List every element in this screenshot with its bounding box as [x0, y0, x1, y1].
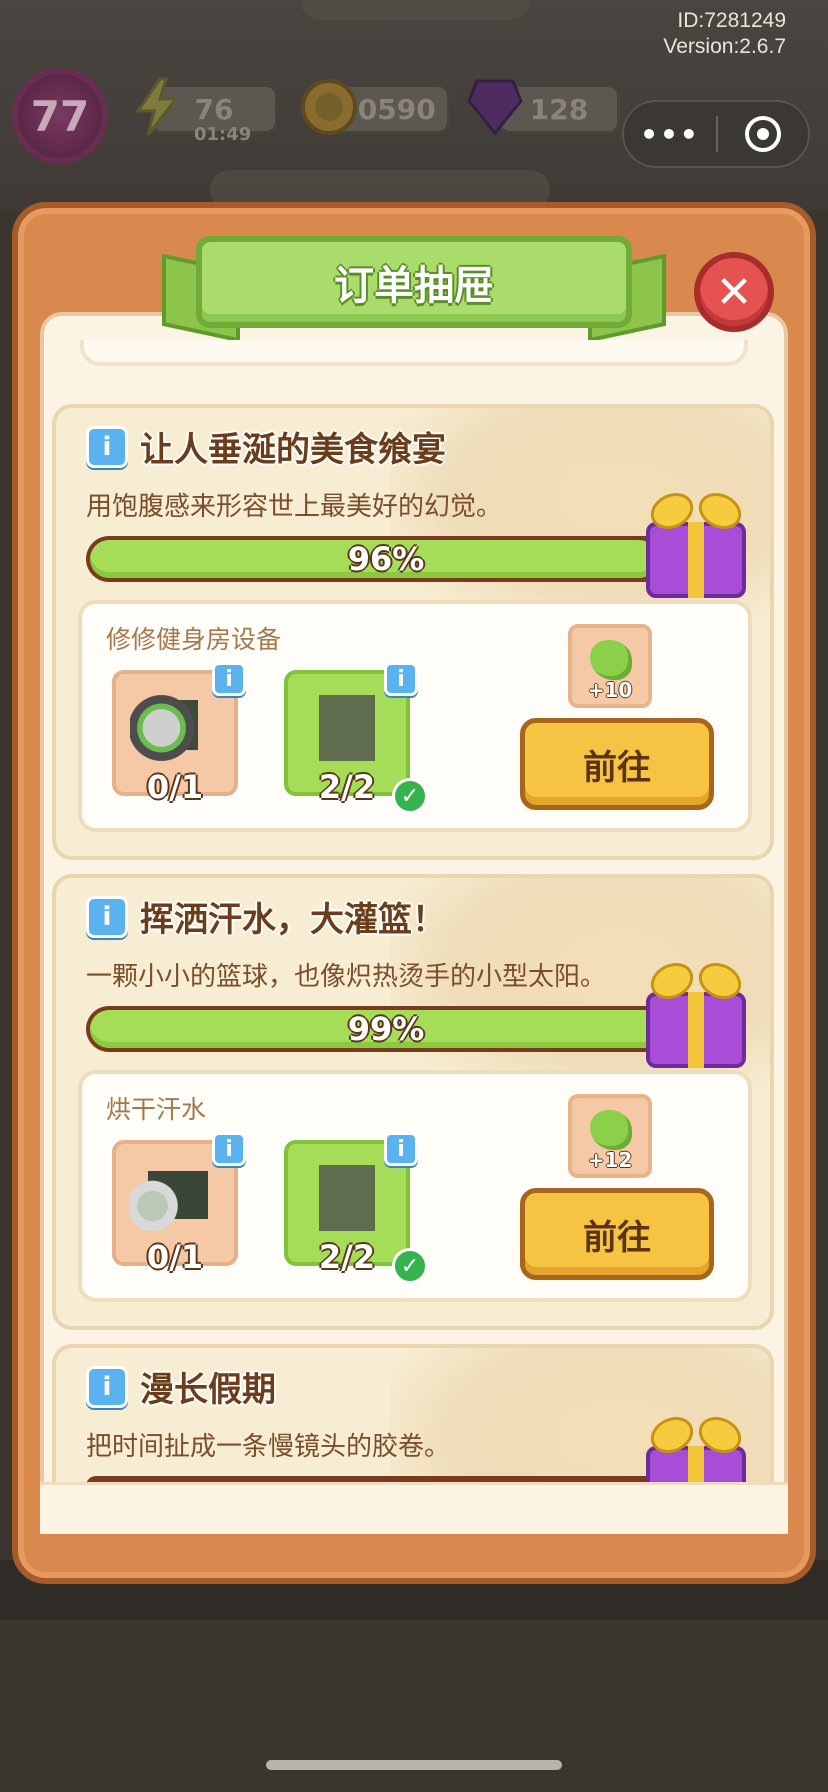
reward-amount: +10 — [587, 678, 633, 702]
order-card: i 漫长假期 把时间扯成一条慢镜头的胶卷。 — [52, 1344, 774, 1482]
hair-dryer-icon — [130, 1158, 220, 1238]
checkmark-icon: ✓ — [392, 778, 428, 814]
close-button[interactable]: ✕ — [694, 252, 774, 332]
build-info: ID:7281249 Version:2.6.7 — [663, 8, 786, 60]
order-title: 漫长假期 — [140, 1370, 276, 1410]
energy-timer: 01:49 — [194, 124, 252, 145]
dialog-title: 订单抽屉 — [196, 236, 632, 328]
gem-icon — [462, 74, 528, 140]
order-progress-bar: 96% — [86, 536, 686, 582]
order-description: 用饱腹感来形容世上最美好的幻觉。 — [86, 492, 503, 522]
reward-slot: +10 — [568, 624, 652, 708]
reward-amount: +12 — [587, 1148, 633, 1172]
order-title: 挥洒汗水，大灌篮！ — [140, 900, 446, 940]
version-label: Version:2.6.7 — [663, 35, 786, 58]
green-star-icon — [590, 1110, 632, 1150]
info-icon[interactable]: i — [384, 1132, 418, 1166]
order-task-panel: 修修健身房设备 0/1 i 2/2 i ✓ +10 前往 — [78, 600, 752, 832]
info-icon[interactable]: i — [86, 426, 128, 468]
go-button[interactable]: 前往 — [520, 718, 714, 810]
order-card: i 让人垂涎的美食飨宴 用饱腹感来形容世上最美好的幻觉。 96% 修修健身房设备… — [52, 404, 774, 860]
panel-footer — [40, 1482, 788, 1534]
order-description: 把时间扯成一条慢镜头的胶卷。 — [86, 1432, 451, 1462]
item-count: 2/2 — [318, 1238, 376, 1276]
info-icon[interactable]: i — [384, 662, 418, 696]
info-icon[interactable]: i — [212, 662, 246, 696]
gift-box-icon[interactable] — [638, 486, 748, 598]
green-star-icon — [590, 640, 632, 680]
info-icon[interactable]: i — [212, 1132, 246, 1166]
info-icon[interactable]: i — [86, 896, 128, 938]
home-indicator — [266, 1760, 562, 1770]
gem-value: 128 — [529, 92, 589, 126]
order-title: 让人垂涎的美食飨宴 — [140, 430, 446, 470]
gift-box-icon[interactable] — [638, 1410, 748, 1482]
item-count: 2/2 — [318, 768, 376, 806]
close-x-icon: ✕ — [715, 266, 753, 318]
target-icon — [745, 116, 781, 152]
checkmark-icon: ✓ — [392, 1248, 428, 1284]
gift-box-icon[interactable] — [638, 956, 748, 1068]
user-id: ID:7281249 — [677, 9, 786, 32]
background-decoration — [300, 0, 530, 20]
order-progress-bar: 99% — [86, 1006, 686, 1052]
lightning-icon — [124, 74, 190, 140]
coin-icon — [296, 74, 362, 140]
task-title: 烘干汗水 — [106, 1095, 207, 1124]
progress-label: 99% — [347, 1010, 425, 1048]
info-icon[interactable]: i — [86, 1366, 128, 1408]
order-card: i 挥洒汗水，大灌篮！ 一颗小小的篮球，也像炽热烫手的小型太阳。 99% 烘干汗… — [52, 874, 774, 1330]
item-count: 0/1 — [146, 1238, 204, 1276]
miniprogram-capsule: ••• — [622, 100, 810, 168]
energy-value: 76 — [194, 92, 234, 126]
reward-slot: +12 — [568, 1094, 652, 1178]
glove-icon — [302, 1158, 392, 1238]
glove-icon — [302, 688, 392, 768]
previous-order-card-edge — [80, 340, 748, 366]
task-title: 修修健身房设备 — [106, 625, 282, 654]
more-menu-button[interactable]: ••• — [624, 118, 716, 151]
order-task-panel: 烘干汗水 0/1 i 2/2 i ✓ +12 前往 — [78, 1070, 752, 1302]
go-button[interactable]: 前往 — [520, 1188, 714, 1280]
close-miniprogram-button[interactable] — [718, 116, 808, 152]
progress-label: 96% — [347, 540, 425, 578]
level-badge[interactable]: 77 — [12, 68, 108, 164]
item-count: 0/1 — [146, 768, 204, 806]
order-description: 一颗小小的篮球，也像炽热烫手的小型太阳。 — [86, 962, 607, 992]
grinder-icon — [130, 688, 220, 768]
order-progress-bar — [86, 1476, 686, 1482]
